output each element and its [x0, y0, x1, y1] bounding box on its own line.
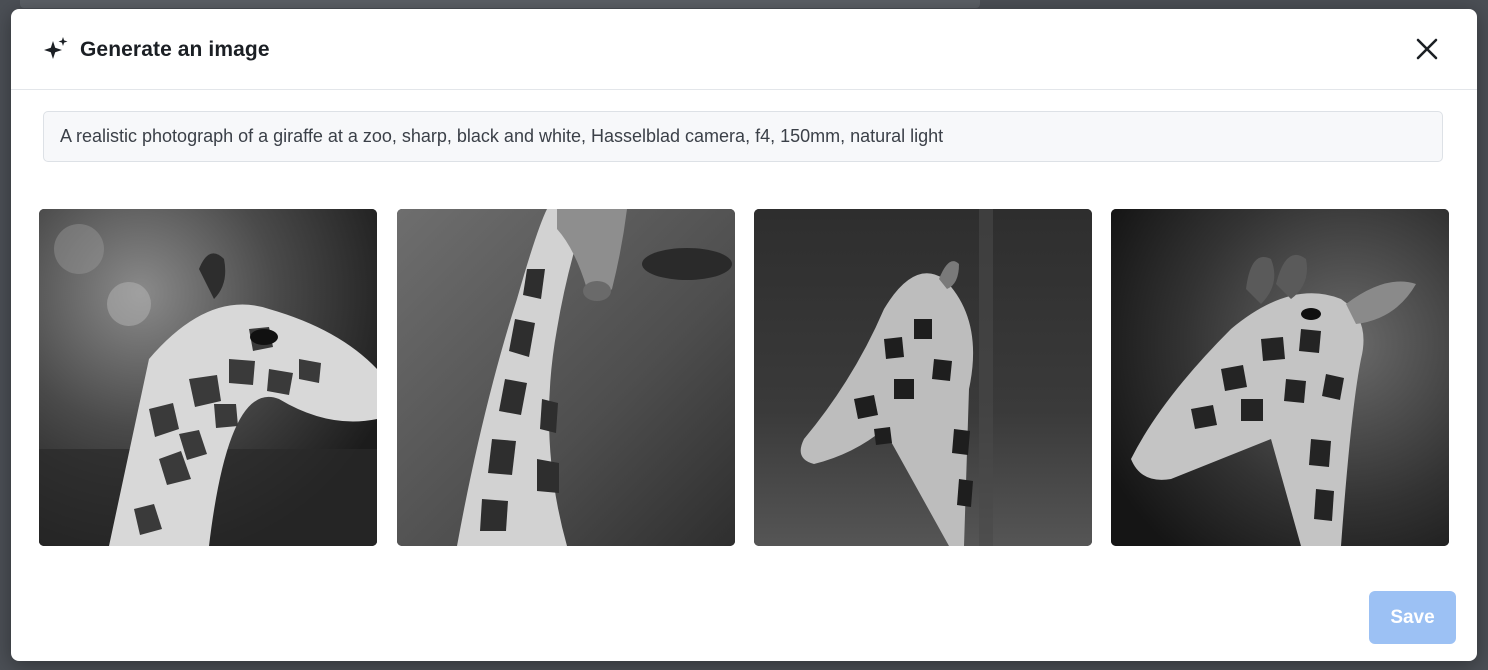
sparkles-icon	[42, 35, 70, 63]
prompt-input[interactable]: A realistic photograph of a giraffe at a…	[43, 111, 1443, 162]
generated-image-3[interactable]	[754, 209, 1092, 546]
image-gallery	[39, 209, 1449, 546]
dialog-title: Generate an image	[80, 38, 270, 61]
generated-image-2[interactable]	[397, 209, 735, 546]
close-icon	[1415, 37, 1439, 66]
dialog-header: Generate an image	[11, 9, 1477, 90]
backdrop	[20, 0, 980, 8]
close-button[interactable]	[1413, 37, 1441, 65]
generated-image-4[interactable]	[1111, 209, 1449, 546]
generated-image-1[interactable]	[39, 209, 377, 546]
generate-image-dialog: Generate an image A realistic photograph…	[11, 9, 1477, 661]
save-button[interactable]: Save	[1369, 591, 1456, 644]
